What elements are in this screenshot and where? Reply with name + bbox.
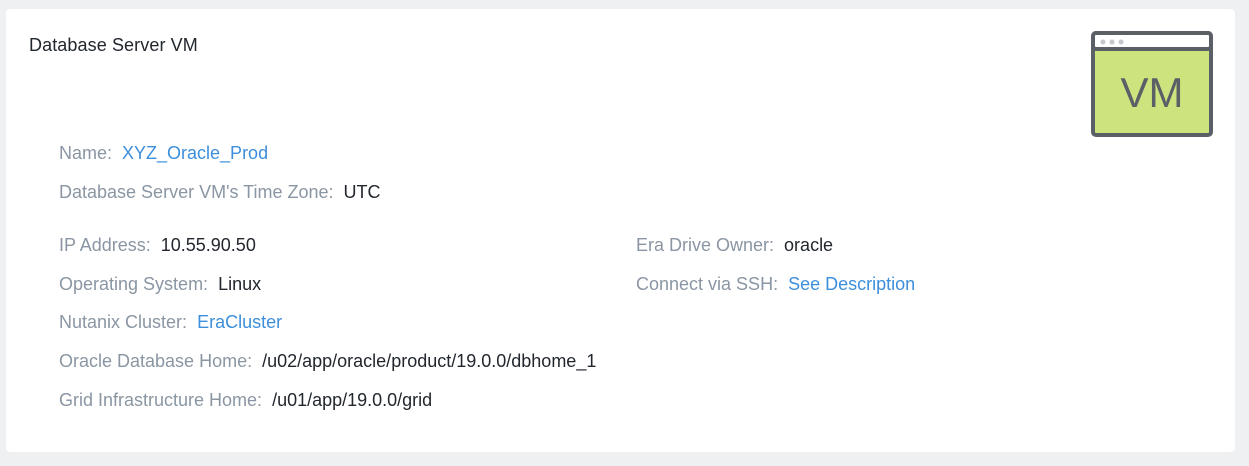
ip-address-label: IP Address: (59, 235, 151, 255)
operating-system-value: Linux (218, 274, 262, 294)
nutanix-cluster-link[interactable]: EraCluster (197, 312, 282, 332)
nutanix-cluster-label: Nutanix Cluster: (59, 312, 188, 332)
oracle-home-row: Oracle Database Home: /u02/app/oracle/pro… (59, 350, 596, 372)
database-server-vm-card: Database Server VM VM Name: XYZ_Oracle_Pr… (6, 9, 1235, 452)
card-title: Database Server VM (29, 35, 198, 55)
drive-owner-row: Era Drive Owner: oracle (636, 234, 833, 256)
grid-home-row: Grid Infrastructure Home: /u01/app/19.0.0… (59, 389, 432, 411)
ssh-label: Connect via SSH: (636, 274, 779, 294)
operating-system-row: Operating System: Linux (59, 273, 261, 295)
timezone-value: UTC (343, 182, 381, 202)
ssh-row: Connect via SSH: See Description (636, 273, 915, 295)
ip-address-row: IP Address: 10.55.90.50 (59, 234, 256, 256)
ip-address-value: 10.55.90.50 (160, 235, 256, 255)
timezone-row: Database Server VM's Time Zone: UTC (59, 181, 381, 203)
timezone-label: Database Server VM's Time Zone: (59, 182, 334, 202)
oracle-home-label: Oracle Database Home: (59, 351, 253, 371)
nutanix-cluster-row: Nutanix Cluster: EraCluster (59, 311, 282, 333)
drive-owner-value: oracle (784, 235, 834, 255)
oracle-home-value: /u02/app/oracle/product/19.0.0/dbhome_1 (262, 351, 597, 371)
see-description-link[interactable]: See Description (788, 274, 915, 294)
grid-home-value: /u01/app/19.0.0/grid (272, 390, 433, 410)
drive-owner-label: Era Drive Owner: (636, 235, 775, 255)
operating-system-label: Operating System: (59, 274, 209, 294)
vm-name-link[interactable]: XYZ_Oracle_Prod (122, 143, 268, 163)
vm-icon: VM (1091, 31, 1213, 137)
grid-home-label: Grid Infrastructure Home: (59, 390, 263, 410)
name-row: Name: XYZ_Oracle_Prod (59, 142, 268, 164)
vm-icon-text: VM (1121, 69, 1184, 116)
name-label: Name: (59, 143, 113, 163)
